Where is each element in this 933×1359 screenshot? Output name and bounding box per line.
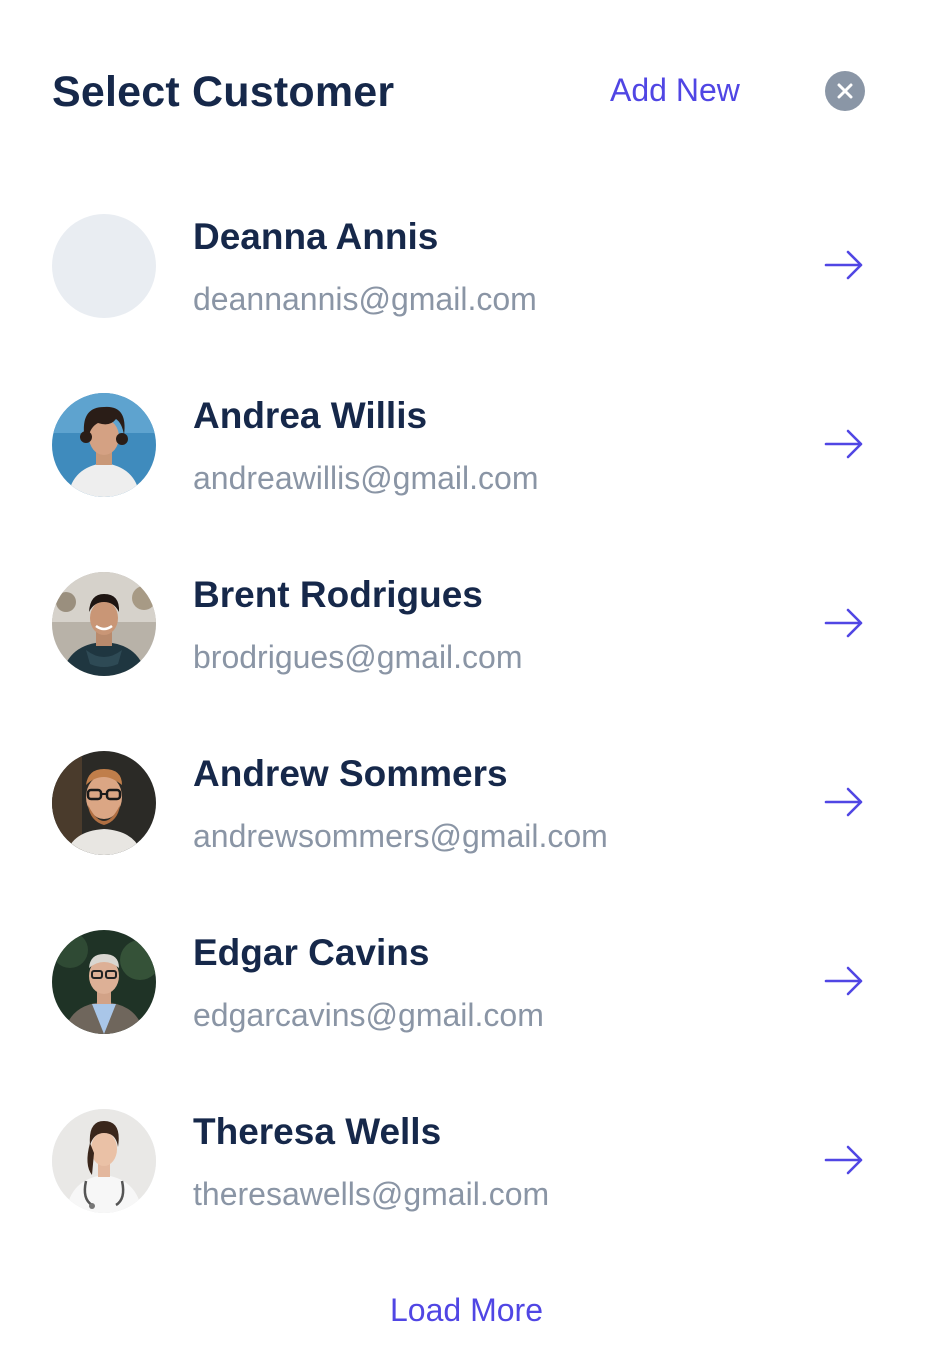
avatar [52, 751, 156, 855]
customer-email: deannannis@gmail.com [193, 281, 537, 317]
customer-name: Theresa Wells [193, 1111, 442, 1152]
customer-name: Andrea Willis [193, 395, 428, 436]
arrow-right-icon[interactable] [824, 1145, 864, 1175]
customer-name: Brent Rodrigues [193, 574, 483, 615]
customer-email: andrewsommers@gmail.com [193, 818, 608, 854]
customer-name: Edgar Cavins [193, 932, 430, 973]
customer-email: brodrigues@gmail.com [193, 639, 523, 675]
customer-row[interactable]: Theresa Wells theresawells@gmail.com [52, 1105, 882, 1225]
select-customer-modal: Select Customer Add New Deanna Annis dea… [0, 0, 933, 1359]
add-new-button[interactable]: Add New [610, 72, 740, 109]
avatar [52, 572, 156, 676]
customer-email: andreawillis@gmail.com [193, 460, 539, 496]
customer-email: theresawells@gmail.com [193, 1176, 550, 1212]
avatar [52, 393, 156, 497]
arrow-right-icon[interactable] [824, 608, 864, 638]
customer-row[interactable]: Brent Rodrigues brodrigues@gmail.com [52, 568, 882, 688]
load-more-button[interactable]: Load More [0, 1292, 933, 1329]
avatar [52, 1109, 156, 1213]
customer-name: Andrew Sommers [193, 753, 508, 794]
customer-row[interactable]: Edgar Cavins edgarcavins@gmail.com [52, 926, 882, 1046]
customer-row[interactable]: Deanna Annis deannannis@gmail.com [52, 210, 882, 330]
close-icon [837, 83, 853, 99]
arrow-right-icon[interactable] [824, 966, 864, 996]
arrow-right-icon[interactable] [824, 787, 864, 817]
modal-title: Select Customer [52, 68, 395, 116]
close-button[interactable] [825, 71, 865, 111]
modal-header: Select Customer Add New [52, 60, 865, 124]
customer-row[interactable]: Andrea Willis andreawillis@gmail.com [52, 389, 882, 509]
customer-row[interactable]: Andrew Sommers andrewsommers@gmail.com [52, 747, 882, 867]
arrow-right-icon[interactable] [824, 250, 864, 280]
avatar [52, 930, 156, 1034]
arrow-right-icon[interactable] [824, 429, 864, 459]
customer-name: Deanna Annis [193, 216, 439, 257]
customer-email: edgarcavins@gmail.com [193, 997, 544, 1033]
avatar-placeholder [52, 214, 156, 318]
